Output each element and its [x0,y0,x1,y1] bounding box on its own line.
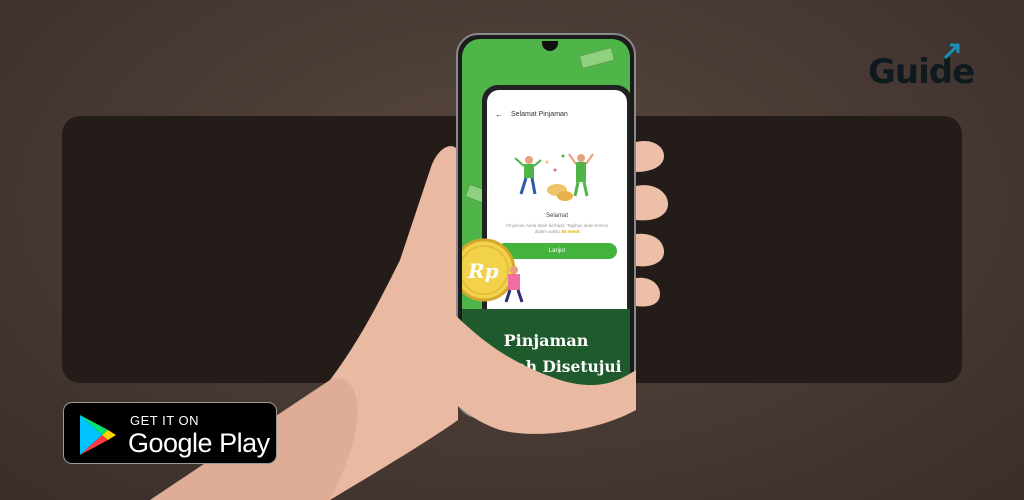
google-play-icon [80,415,116,455]
back-arrow-icon[interactable]: ← [495,110,503,119]
app-header-title: Selamat Pinjaman [511,111,568,118]
phone-mockup: ← Selamat Pinjaman Selamat Pinjaman Anda… [456,33,636,418]
app-header: ← Selamat Pinjaman [495,110,568,119]
money-icon [578,46,616,70]
google-play-badge[interactable]: GET IT ON Google Play [63,402,277,464]
arrow-up-right-icon [943,43,960,60]
badge-get-it-on: GET IT ON [130,413,200,428]
badge-store-name: Google Play [128,428,270,458]
success-title: Selamat [545,213,568,219]
promo-headline-line2: Mudah Disetujui [476,357,622,376]
celebration-illustration [514,153,594,201]
promo-headline-line1: Pinjaman [503,331,589,350]
promo-subline: Proses Permohonan 5 Minit [479,392,613,403]
svg-text:Rp: Rp [467,259,499,283]
camera-notch [542,41,558,51]
promo-band: Pinjaman Mudah Disetujui Proses Permohon… [462,309,630,412]
phone-screen: ← Selamat Pinjaman Selamat Pinjaman Anda… [462,39,630,412]
rupiah-coin-icon: Rp [462,238,524,303]
